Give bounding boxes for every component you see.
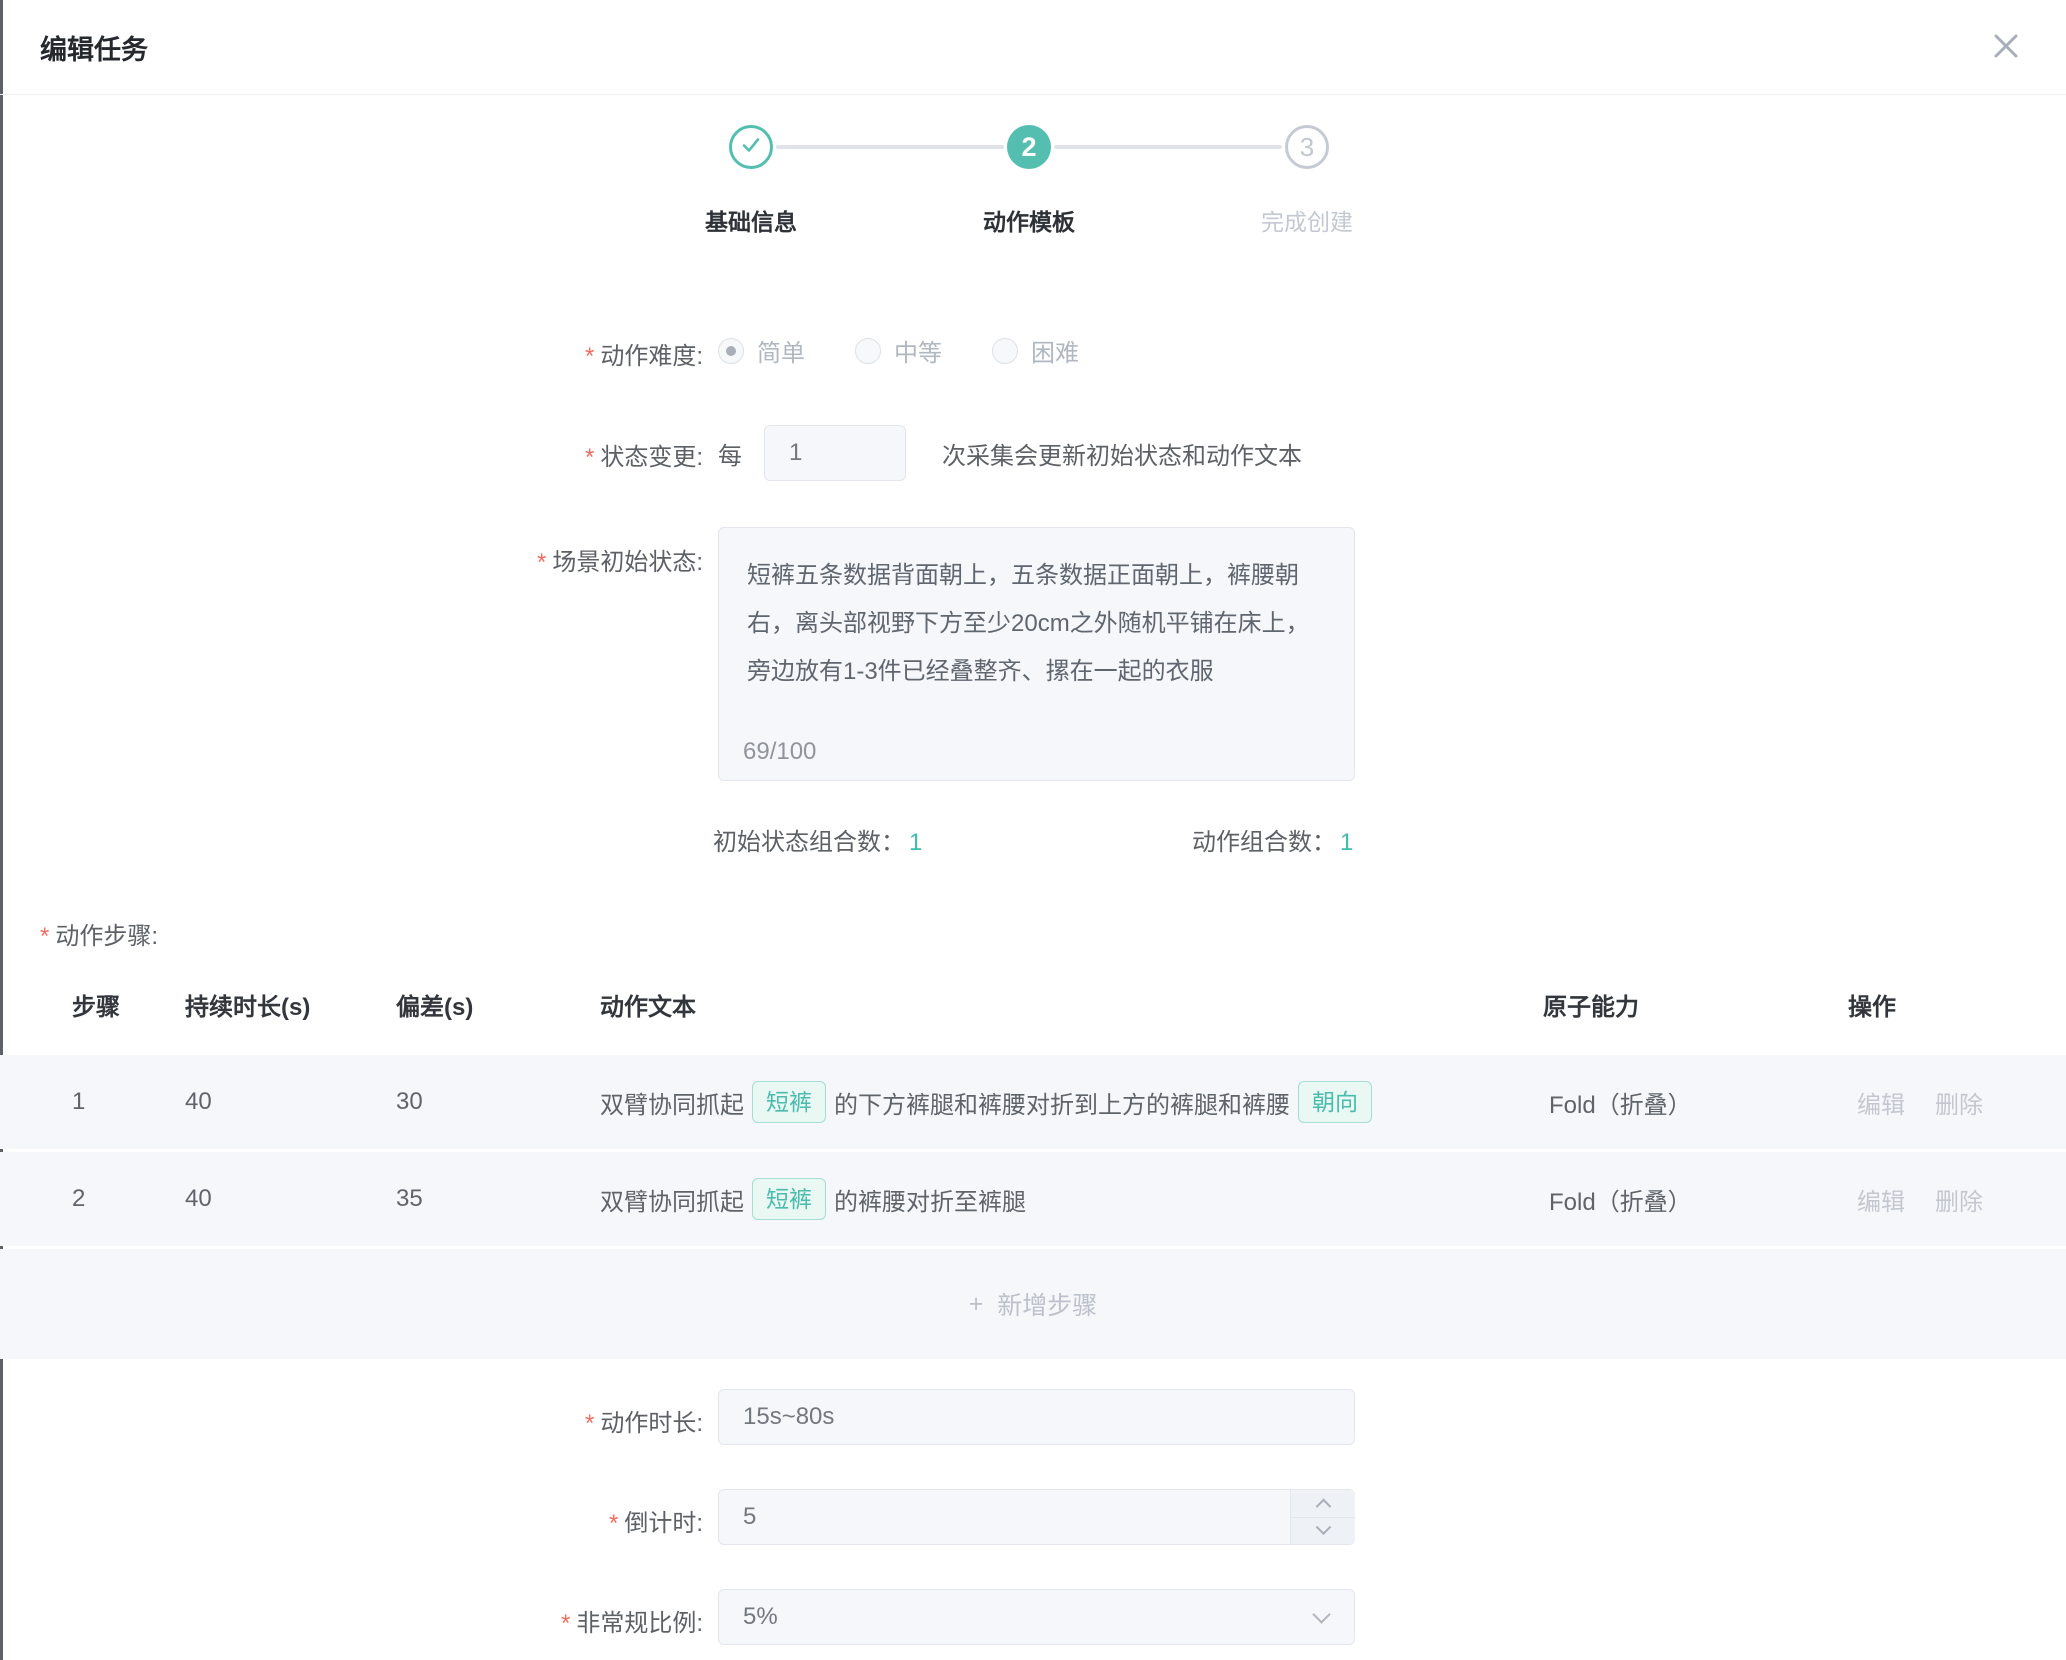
initial-state-field: 短裤五条数据背面朝上，五条数据正面朝上，裤腰朝右，离头部视野下方至少20cm之外…	[718, 527, 1355, 781]
spinner-increase-button[interactable]	[1291, 1490, 1355, 1517]
step-3-circle: 3	[1285, 125, 1329, 169]
step-actions: 编辑删除	[1857, 1055, 1983, 1149]
required-mark: *	[585, 444, 594, 471]
chevron-up-icon	[1315, 1499, 1331, 1515]
combo-value: 1	[1340, 829, 1353, 856]
step-connector	[1054, 145, 1282, 149]
action-steps-label: *动作步骤:	[40, 916, 158, 951]
required-mark: *	[40, 923, 49, 950]
dialog-left-edge	[0, 0, 3, 1660]
unusual-ratio-select[interactable]: 5%	[718, 1589, 1355, 1645]
dialog-title: 编辑任务	[40, 28, 148, 67]
select-value: 5%	[743, 1590, 778, 1644]
step-duration: 40	[185, 1152, 212, 1246]
countdown-field	[718, 1489, 1355, 1545]
close-button[interactable]	[1988, 28, 2024, 64]
step-duration: 40	[185, 1055, 212, 1149]
combo-value: 1	[909, 829, 922, 856]
col-step: 步骤	[72, 960, 120, 1055]
col-duration: 持续时长(s)	[185, 960, 310, 1055]
step-number: 2	[1021, 132, 1036, 163]
step-number: 3	[1300, 132, 1314, 163]
countdown-input[interactable]	[719, 1490, 1290, 1544]
char-counter: 69/100	[743, 738, 816, 766]
chevron-down-icon	[1315, 1519, 1331, 1535]
edit-link[interactable]: 编辑	[1857, 1085, 1905, 1120]
delete-link[interactable]: 删除	[1935, 1085, 1983, 1120]
duration-label: *动作时长:	[585, 1403, 703, 1438]
step-ability: Fold（折叠）	[1549, 1055, 1692, 1149]
add-step-button[interactable]: + 新增步骤	[0, 1249, 2066, 1359]
action-tag: 短裤	[752, 1081, 826, 1123]
plus-icon: +	[969, 1290, 984, 1319]
step-connector	[776, 145, 1004, 149]
radio-simple[interactable]: 简单	[718, 333, 805, 368]
action-combo-count: 动作组合数：1	[1192, 822, 1353, 857]
edit-task-dialog: 编辑任务 2 3 基础信息 动作模板 完成创建 *动作难度: 简单	[0, 0, 2066, 1660]
required-mark: *	[609, 1510, 618, 1537]
col-deviation: 偏差(s)	[396, 960, 473, 1055]
step-1-label: 基础信息	[705, 203, 797, 237]
chevron-down-icon	[1312, 1605, 1330, 1623]
initial-state-combo-count: 初始状态组合数：1	[713, 822, 922, 857]
col-ability: 原子能力	[1543, 960, 1639, 1055]
step-2-label: 动作模板	[983, 203, 1075, 237]
spinner-decrease-button[interactable]	[1291, 1517, 1355, 1544]
unusual-ratio-label: *非常规比例:	[561, 1603, 703, 1638]
delete-link[interactable]: 删除	[1935, 1182, 1983, 1217]
table-header: 步骤 持续时长(s) 偏差(s) 动作文本 原子能力 操作	[0, 960, 2066, 1055]
difficulty-label: *动作难度:	[585, 336, 703, 371]
step-1-circle	[729, 125, 773, 169]
countdown-label: *倒计时:	[609, 1503, 703, 1538]
step-2-circle: 2	[1007, 125, 1051, 169]
state-change-prefix: 每	[718, 436, 742, 471]
step-ability: Fold（折叠）	[1549, 1152, 1692, 1246]
step-actions: 编辑删除	[1857, 1152, 1983, 1246]
required-mark: *	[585, 343, 594, 370]
action-tag: 短裤	[752, 1178, 826, 1220]
required-mark: *	[585, 1410, 594, 1437]
action-tag: 朝向	[1298, 1081, 1372, 1123]
radio-label: 困难	[1031, 333, 1079, 368]
radio-medium[interactable]: 中等	[855, 333, 942, 368]
radio-hard[interactable]: 困难	[992, 333, 1079, 368]
duration-input[interactable]	[718, 1389, 1355, 1445]
state-change-input[interactable]	[764, 425, 906, 481]
state-change-label: *状态变更:	[585, 437, 703, 472]
table-row: 1 40 30 双臂协同抓起短裤的下方裤腿和裤腰对折到上方的裤腿和裤腰朝向 Fold（折…	[0, 1055, 2066, 1149]
add-step-label: 新增步骤	[997, 1286, 1097, 1322]
col-actions: 操作	[1848, 960, 1896, 1055]
difficulty-radio-group: 简单 中等 困难	[718, 333, 1079, 368]
step-deviation: 35	[396, 1152, 423, 1246]
step-action-text: 双臂协同抓起短裤的下方裤腿和裤腰对折到上方的裤腿和裤腰朝向	[600, 1055, 1380, 1149]
edit-link[interactable]: 编辑	[1857, 1182, 1905, 1217]
close-icon	[1988, 28, 2024, 64]
radio-label: 中等	[894, 333, 942, 368]
state-change-row: 每 次采集会更新初始状态和动作文本	[718, 425, 1302, 481]
table-row: 2 40 35 双臂协同抓起短裤的裤腰对折至裤腿 Fold（折叠） 编辑删除	[0, 1152, 2066, 1246]
step-deviation: 30	[396, 1055, 423, 1149]
required-mark: *	[537, 549, 546, 576]
initial-state-label: *场景初始状态:	[537, 542, 703, 577]
step-action-text: 双臂协同抓起短裤的裤腰对折至裤腿	[600, 1152, 1026, 1246]
wizard-stepper: 2 3 基础信息 动作模板 完成创建	[729, 125, 1353, 245]
number-spinner	[1290, 1490, 1354, 1544]
state-change-suffix: 次采集会更新初始状态和动作文本	[942, 436, 1302, 471]
table-body: 1 40 30 双臂协同抓起短裤的下方裤腿和裤腰对折到上方的裤腿和裤腰朝向 Fold（折…	[0, 1055, 2066, 1359]
col-action-text: 动作文本	[600, 960, 696, 1055]
radio-icon	[855, 338, 881, 364]
dialog-header: 编辑任务	[0, 0, 2066, 95]
radio-icon	[992, 338, 1018, 364]
step-3-label: 完成创建	[1261, 203, 1353, 237]
radio-selected-icon	[718, 338, 744, 364]
step-number: 2	[72, 1152, 85, 1246]
check-icon	[739, 133, 763, 162]
step-number: 1	[72, 1055, 85, 1149]
required-mark: *	[561, 1610, 570, 1637]
radio-label: 简单	[757, 333, 805, 368]
